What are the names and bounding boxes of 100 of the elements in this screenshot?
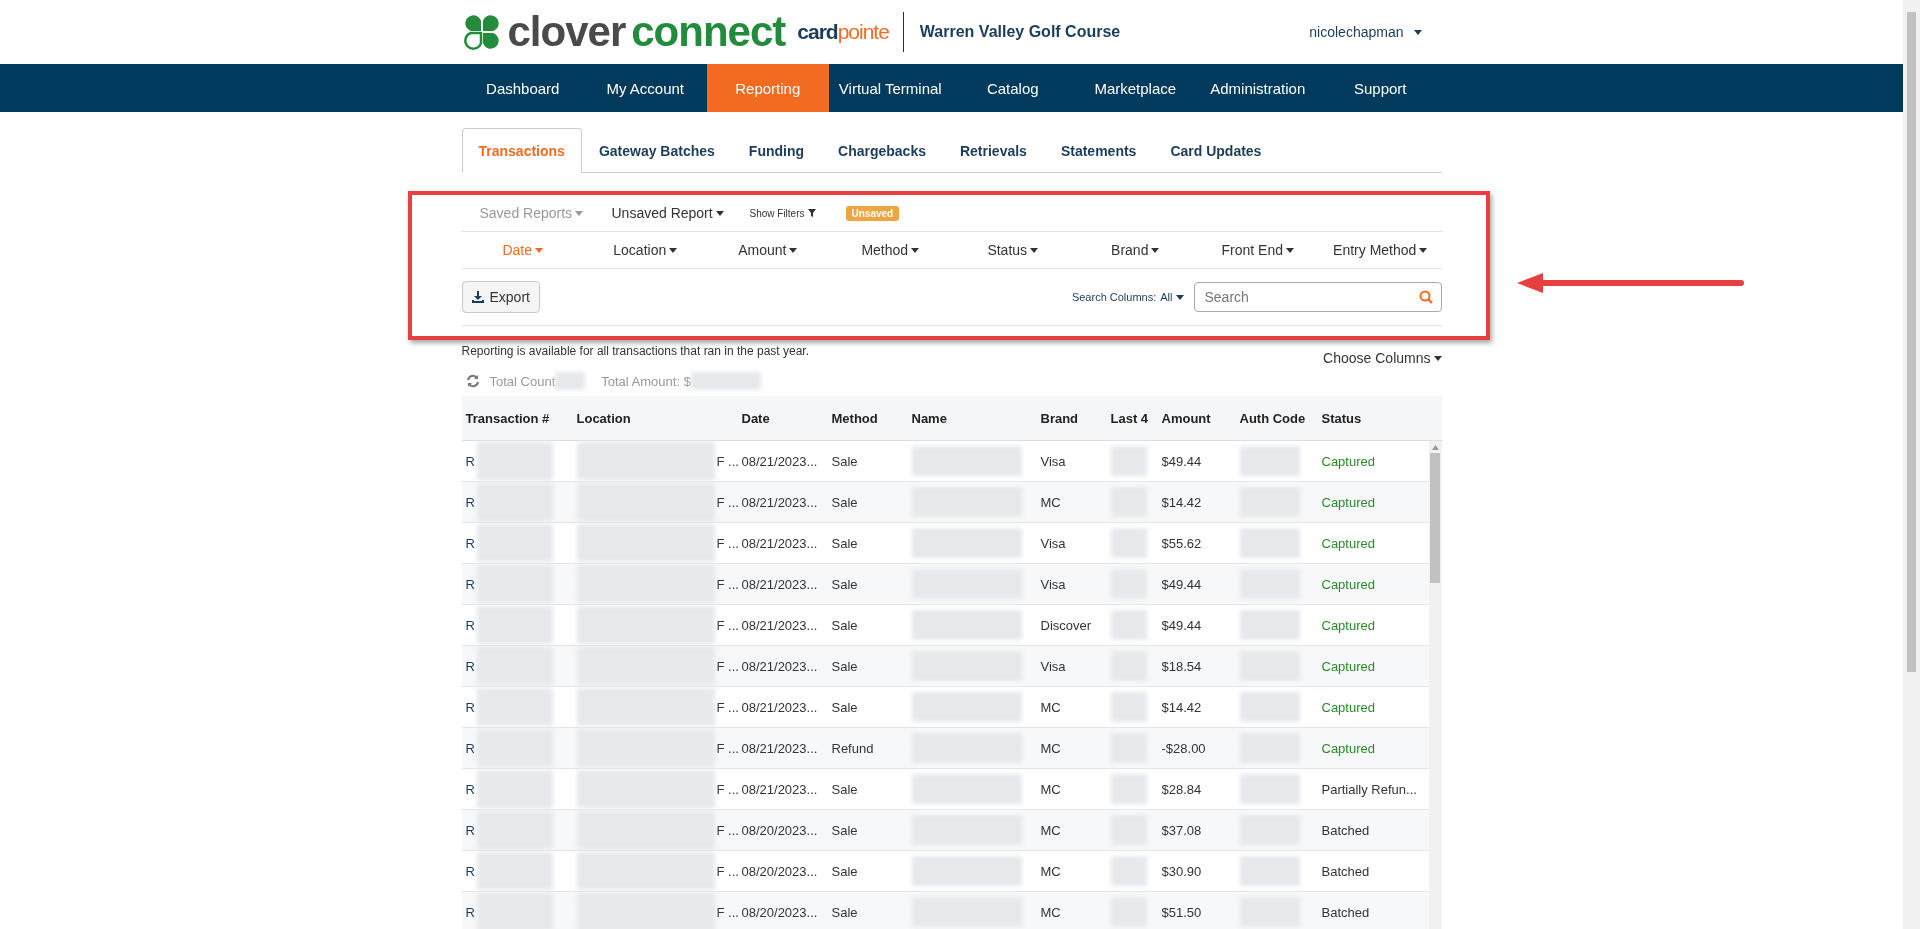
table-cell: $49.44 <box>1161 617 1202 633</box>
table-cell: R <box>465 822 475 838</box>
tab[interactable]: Funding <box>731 128 822 173</box>
column-header[interactable]: Method <box>827 410 908 426</box>
table-cell: $49.44 <box>1161 576 1202 592</box>
status-text: Captured <box>1321 658 1375 674</box>
tab[interactable]: Statements <box>1043 128 1154 173</box>
status-text: Captured <box>1321 576 1375 592</box>
table-cell: $18.54 <box>1161 658 1202 674</box>
column-header[interactable]: Status <box>1317 410 1429 426</box>
column-filter[interactable]: Location <box>613 242 678 258</box>
tab[interactable]: Retrievals <box>942 128 1044 173</box>
column-header[interactable]: Name <box>907 410 1037 426</box>
table-cell: F ... <box>716 453 739 469</box>
table-cell: F ... <box>716 576 739 592</box>
redaction-blur <box>1110 856 1147 886</box>
table-cell: $37.08 <box>1161 822 1202 838</box>
table-cell: Sale <box>831 494 858 510</box>
user-menu[interactable]: nicolechapman <box>1309 24 1442 40</box>
column-header[interactable]: Transaction # <box>461 410 573 426</box>
table-cell: F ... <box>716 904 739 920</box>
table-cell: Sale <box>831 453 858 469</box>
nav-item[interactable]: Virtual Terminal <box>829 64 952 112</box>
show-filters-button[interactable]: Show Filters <box>749 207 846 219</box>
search-field[interactable]: Search <box>1193 282 1442 312</box>
table-cell: MC <box>1040 740 1061 756</box>
table-cell: $14.42 <box>1161 699 1202 715</box>
page-scrollbar[interactable] <box>1903 0 1920 929</box>
redaction-blur <box>690 372 761 390</box>
caret-icon <box>575 210 584 216</box>
scroll-thumb[interactable] <box>1907 12 1916 672</box>
column-filter[interactable]: Entry Method <box>1333 242 1428 258</box>
search-columns-dropdown[interactable]: All <box>1160 291 1184 303</box>
logo-text: pointe <box>837 20 889 43</box>
table-cell: MC <box>1040 781 1061 797</box>
table-cell: F ... <box>716 699 739 715</box>
column-filter[interactable]: Front End <box>1221 242 1294 258</box>
table-cell: MC <box>1040 699 1061 715</box>
status-text: Captured <box>1321 740 1375 756</box>
choose-columns-dropdown[interactable]: Choose Columns <box>1323 350 1442 366</box>
table-cell: R <box>465 576 475 592</box>
table-cell: MC <box>1040 494 1061 510</box>
column-filter[interactable]: Brand <box>1111 242 1160 258</box>
table-cell: 08/20/2023... <box>741 822 818 838</box>
nav-item[interactable]: My Account <box>584 64 707 112</box>
table-cell: Sale <box>831 781 858 797</box>
tab[interactable]: Chargebacks <box>821 128 943 173</box>
status-text: Captured <box>1321 617 1375 633</box>
caret-icon <box>1419 247 1428 253</box>
logo-text: card <box>797 20 838 43</box>
column-header[interactable]: Auth Code <box>1235 410 1318 426</box>
table-cell: 08/21/2023... <box>741 617 818 633</box>
caret-icon <box>669 247 678 253</box>
table-cell: -$28.00 <box>1161 740 1206 756</box>
caret-icon <box>715 210 724 216</box>
table-cell: F ... <box>716 781 739 797</box>
table-cell: 08/20/2023... <box>741 863 818 879</box>
table-cell: Visa <box>1040 535 1066 551</box>
caret-icon <box>1286 247 1294 253</box>
total-amount-label: Total Amount: $ <box>601 373 691 389</box>
table-cell: R <box>465 494 475 510</box>
tab[interactable]: Gateway Batches <box>581 128 732 173</box>
status-text: Captured <box>1321 453 1375 469</box>
caret-icon <box>789 247 798 253</box>
column-header[interactable]: Location <box>572 410 738 426</box>
nav-item[interactable]: Marketplace <box>1074 64 1197 112</box>
table-cell: R <box>465 863 475 879</box>
column-header[interactable]: Last 4 <box>1106 410 1158 426</box>
refresh-icon[interactable] <box>465 374 480 388</box>
nav-item[interactable]: Dashboard <box>461 64 584 112</box>
tab[interactable]: Card Updates <box>1153 128 1279 173</box>
table-cell: R <box>465 453 475 469</box>
export-button[interactable]: Export <box>461 281 540 313</box>
nav-item[interactable]: Administration <box>1196 64 1319 112</box>
column-header[interactable]: Date <box>737 410 828 426</box>
table-cell: Refund <box>831 740 874 756</box>
table-cell: $49.44 <box>1161 453 1202 469</box>
caret-icon <box>1175 294 1184 300</box>
table-cell: R <box>465 904 475 920</box>
table-cell: R <box>465 535 475 551</box>
table-cell: F ... <box>716 617 739 633</box>
table-cell: Sale <box>831 617 858 633</box>
caret-icon <box>1151 247 1160 253</box>
table-cell: Discover <box>1040 617 1092 633</box>
table-cell: $55.62 <box>1161 535 1202 551</box>
status-text: Captured <box>1321 494 1375 510</box>
redaction-blur <box>1110 528 1147 558</box>
column-filter[interactable]: Method <box>861 242 920 258</box>
nav-item[interactable]: Catalog <box>951 64 1074 112</box>
report-dropdown[interactable]: Unsaved Report <box>611 205 750 221</box>
nav-item[interactable]: Support <box>1319 64 1442 112</box>
column-header[interactable]: Brand <box>1036 410 1107 426</box>
redaction-blur <box>1110 774 1147 804</box>
table-cell: F ... <box>716 863 739 879</box>
column-filter[interactable]: Status <box>987 242 1039 258</box>
column-filter[interactable]: Amount <box>738 242 798 258</box>
caret-icon <box>1433 355 1442 361</box>
table-cell: 08/20/2023... <box>741 904 818 920</box>
scroll-up-icon[interactable] <box>1431 445 1439 450</box>
column-header[interactable]: Amount <box>1157 410 1236 426</box>
